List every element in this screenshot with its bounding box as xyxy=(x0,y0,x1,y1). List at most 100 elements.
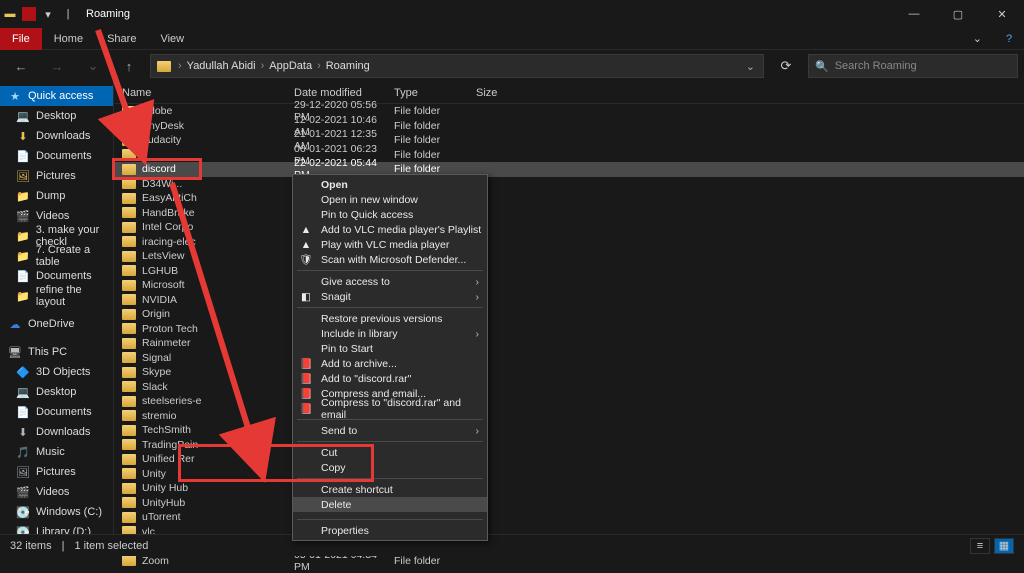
table-row[interactable]: D34Wi...File folder xyxy=(114,177,1024,192)
table-row[interactable]: SlackFile folder xyxy=(114,380,1024,395)
ctx-pin-start[interactable]: Pin to Start xyxy=(293,341,487,356)
qat-dropdown-icon[interactable]: ▾ xyxy=(40,6,56,22)
ctx-snagit[interactable]: ◧Snagit› xyxy=(293,289,487,304)
ctx-create-shortcut[interactable]: Create shortcut xyxy=(293,482,487,497)
table-row[interactable]: HandBrakeFile folder xyxy=(114,206,1024,221)
table-row[interactable]: RainmeterFile folder xyxy=(114,336,1024,351)
ctx-give-access[interactable]: Give access to› xyxy=(293,274,487,289)
row-type: File folder xyxy=(394,555,476,567)
sidebar-onedrive[interactable]: ☁OneDrive xyxy=(0,314,113,334)
sidebar-item[interactable]: 🎵Music xyxy=(0,442,113,462)
ribbon-expand-icon[interactable]: ⌄ xyxy=(961,28,994,50)
help-button[interactable]: ? xyxy=(994,25,1024,53)
table-row[interactable]: AnyDesk12-02-2021 10:46 AMFile folder xyxy=(114,119,1024,134)
nav-back-button[interactable]: ← xyxy=(6,54,36,78)
sidebar-item[interactable]: 📁refine the layout xyxy=(0,286,113,306)
table-row[interactable]: OriginFile folder xyxy=(114,307,1024,322)
table-row[interactable]: NVIDIAFile folder xyxy=(114,293,1024,308)
tab-view[interactable]: View xyxy=(148,28,196,50)
sidebar-item[interactable]: 🔷3D Objects xyxy=(0,362,113,382)
table-row[interactable]: discord22-02-2021 05:44 PMFile folder xyxy=(114,162,1024,177)
search-input[interactable]: 🔍 Search Roaming xyxy=(808,54,1018,78)
nav-forward-button[interactable]: → xyxy=(42,54,72,78)
sidebar-quick-access[interactable]: ★Quick access xyxy=(0,86,113,106)
sidebar-item[interactable]: 📄Documents xyxy=(0,266,113,286)
table-row[interactable]: LetsViewFile folder xyxy=(114,249,1024,264)
ctx-vlc-play[interactable]: ▲Play with VLC media player xyxy=(293,237,487,252)
address-bar[interactable]: › Yadullah Abidi › AppData › Roaming ⌄ xyxy=(150,54,764,78)
sidebar-item[interactable]: 💻Desktop xyxy=(0,106,113,126)
tab-file[interactable]: File xyxy=(0,28,42,50)
ctx-add-discord-rar[interactable]: 📕Add to "discord.rar" xyxy=(293,371,487,386)
sidebar-item[interactable]: 📁Dump xyxy=(0,186,113,206)
sidebar-item[interactable]: 💽Windows (C:) xyxy=(0,502,113,522)
tab-share[interactable]: Share xyxy=(95,28,148,50)
address-dropdown-icon[interactable]: ⌄ xyxy=(738,60,763,73)
table-row[interactable]: UnityFile folder xyxy=(114,467,1024,482)
sidebar-item[interactable]: 🎬Videos xyxy=(0,482,113,502)
table-row[interactable]: 06-01-2021 06:23 PMFile folder xyxy=(114,148,1024,163)
ctx-defender[interactable]: 🛡Scan with Microsoft Defender... xyxy=(293,252,487,267)
sidebar-this-pc[interactable]: 🖥This PC xyxy=(0,342,113,362)
sidebar-item[interactable]: 🎬Videos xyxy=(0,206,113,226)
ctx-compress-rar-email[interactable]: 📕Compress to "discord.rar" and email xyxy=(293,401,487,416)
sidebar-item[interactable]: 💽Library (D:) xyxy=(0,522,113,534)
ctx-copy[interactable]: Copy xyxy=(293,460,487,475)
table-row[interactable]: SkypeFile folder xyxy=(114,365,1024,380)
sidebar-item[interactable]: ⬇Downloads xyxy=(0,422,113,442)
table-row[interactable]: SignalFile folder xyxy=(114,351,1024,366)
table-row[interactable]: UnityHubFile folder xyxy=(114,496,1024,511)
ctx-pin-quick-access[interactable]: Pin to Quick access xyxy=(293,207,487,222)
sidebar-item[interactable]: 📁7. Create a table xyxy=(0,246,113,266)
nav-up-button[interactable]: ↑ xyxy=(114,54,144,78)
table-row[interactable]: MicrosoftFile folder xyxy=(114,278,1024,293)
view-details-button[interactable]: ≡ xyxy=(970,538,990,554)
ctx-send-to[interactable]: Send to› xyxy=(293,423,487,438)
sidebar-item[interactable]: 📄Documents xyxy=(0,146,113,166)
nav-recent-button[interactable]: ⌄ xyxy=(78,54,108,78)
ctx-restore-versions[interactable]: Restore previous versions xyxy=(293,311,487,326)
ctx-cut[interactable]: Cut xyxy=(293,445,487,460)
table-row[interactable]: Unity HubFile folder xyxy=(114,481,1024,496)
folder-icon xyxy=(122,338,136,349)
sidebar-item[interactable]: 🖼Pictures xyxy=(0,166,113,186)
ctx-vlc-playlist[interactable]: ▲Add to VLC media player's Playlist xyxy=(293,222,487,237)
table-row[interactable]: Proton TechFile folder xyxy=(114,322,1024,337)
ctx-include-library[interactable]: Include in library› xyxy=(293,326,487,341)
folder-icon xyxy=(122,120,136,131)
table-row[interactable]: stremioFile folder xyxy=(114,409,1024,424)
table-row[interactable]: Unified RerFile folder xyxy=(114,452,1024,467)
tab-home[interactable]: Home xyxy=(42,28,95,50)
table-row[interactable]: Intel CorpoFile folder xyxy=(114,220,1024,235)
table-row[interactable]: LGHUBFile folder xyxy=(114,264,1024,279)
sidebar-item[interactable]: 📁3. make your checkl xyxy=(0,226,113,246)
minimize-button[interactable]: ― xyxy=(892,0,936,28)
sidebar-item[interactable]: ⬇Downloads xyxy=(0,126,113,146)
ctx-properties[interactable]: Properties xyxy=(293,523,487,538)
breadcrumb-segment[interactable]: AppData xyxy=(265,60,316,72)
ctx-delete[interactable]: Delete xyxy=(293,497,487,512)
table-row[interactable]: Adobe29-12-2020 05:56 PMFile folder xyxy=(114,104,1024,119)
column-type[interactable]: Type xyxy=(394,87,476,99)
sidebar-item[interactable]: 🖼Pictures xyxy=(0,462,113,482)
table-row[interactable]: uTorrentFile folder xyxy=(114,510,1024,525)
table-row[interactable]: TechSmithFile folder xyxy=(114,423,1024,438)
table-row[interactable]: steelseries-eFile folder xyxy=(114,394,1024,409)
ctx-add-archive[interactable]: 📕Add to archive... xyxy=(293,356,487,371)
breadcrumb-segment[interactable]: Roaming xyxy=(322,60,374,72)
column-date[interactable]: Date modified xyxy=(294,87,394,99)
maximize-button[interactable]: ▢ xyxy=(936,0,980,28)
sidebar-item[interactable]: 📄Documents xyxy=(0,402,113,422)
table-row[interactable]: TradingPainFile folder xyxy=(114,438,1024,453)
table-row[interactable]: audacity21-01-2021 12:35 AMFile folder xyxy=(114,133,1024,148)
table-row[interactable]: iracing-elecFile folder xyxy=(114,235,1024,250)
view-thumbnails-button[interactable]: ▦ xyxy=(994,538,1014,554)
ctx-open[interactable]: Open xyxy=(293,177,487,192)
sidebar-item[interactable]: 💻Desktop xyxy=(0,382,113,402)
table-row[interactable]: EasyAntiChFile folder xyxy=(114,191,1024,206)
ctx-open-new-window[interactable]: Open in new window xyxy=(293,192,487,207)
column-size[interactable]: Size xyxy=(476,87,526,99)
breadcrumb-segment[interactable]: Yadullah Abidi xyxy=(183,60,260,72)
column-name[interactable]: Name xyxy=(122,87,294,99)
refresh-button[interactable]: ⟳ xyxy=(770,54,802,78)
